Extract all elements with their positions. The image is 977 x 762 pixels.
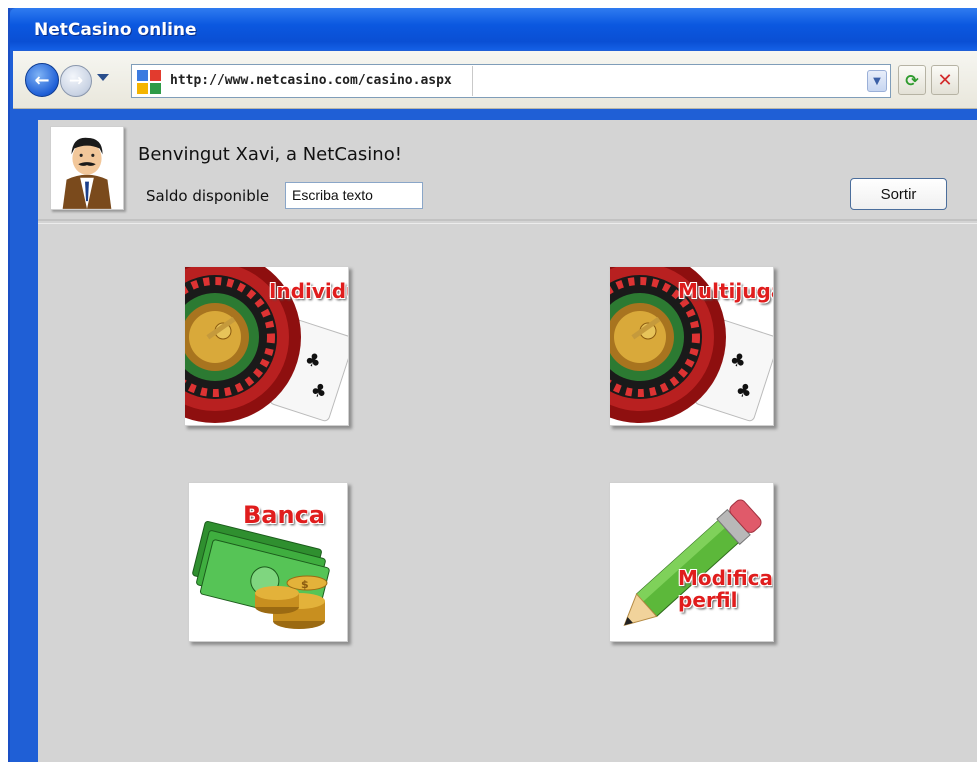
history-dropdown-icon[interactable] [97,74,109,81]
address-bar[interactable]: http://www.netcasino.com/casino.aspx ▼ [131,64,891,98]
logout-button[interactable]: Sortir [850,178,947,210]
avatar [50,126,124,210]
tile-multijugador-label: Multijugador [678,279,773,303]
site-favicon-icon [137,70,161,94]
tile-individual-label: Individual [269,279,348,303]
browser-toolbar: ← → http://www.netcasino.com/casino.aspx… [13,51,977,109]
back-button[interactable]: ← [25,63,59,97]
tile-modificar-line2: perfil [678,588,738,612]
tile-banca[interactable]: $ Banca [188,482,348,642]
tile-individual[interactable]: ♣ ♣ Individual [184,266,349,426]
browser-window: NetCasino online ← → http://www.netcasin… [8,8,977,762]
tile-modificar-perfil[interactable]: Modificar perfil [609,482,774,642]
tile-banca-label: Banca [243,501,325,529]
refresh-button[interactable]: ⟳ [898,65,926,95]
tile-multijugador[interactable]: ♣ ♣ Multijugador [609,266,774,426]
welcome-message: Benvingut Xavi, a NetCasino! [138,144,402,165]
pencil-icon [610,483,773,641]
balance-field[interactable]: Escriba texto [285,182,423,209]
url-divider [472,66,473,96]
page-content: Benvingut Xavi, a NetCasino! Saldo dispo… [38,120,977,762]
user-header: Benvingut Xavi, a NetCasino! Saldo dispo… [38,120,977,221]
title-bar: NetCasino online [10,8,977,50]
address-dropdown-icon[interactable]: ▼ [867,70,887,92]
window-title: NetCasino online [34,20,197,40]
url-text[interactable]: http://www.netcasino.com/casino.aspx [170,73,452,88]
menu-panel [38,223,977,762]
tile-modificar-line1: Modificar [678,566,774,590]
forward-button[interactable]: → [60,65,92,97]
balance-label: Saldo disponible [146,187,270,205]
tile-modificar-label: Modificar perfil [678,566,774,612]
stop-button[interactable]: ✕ [931,65,959,95]
svg-text:$: $ [301,578,309,591]
